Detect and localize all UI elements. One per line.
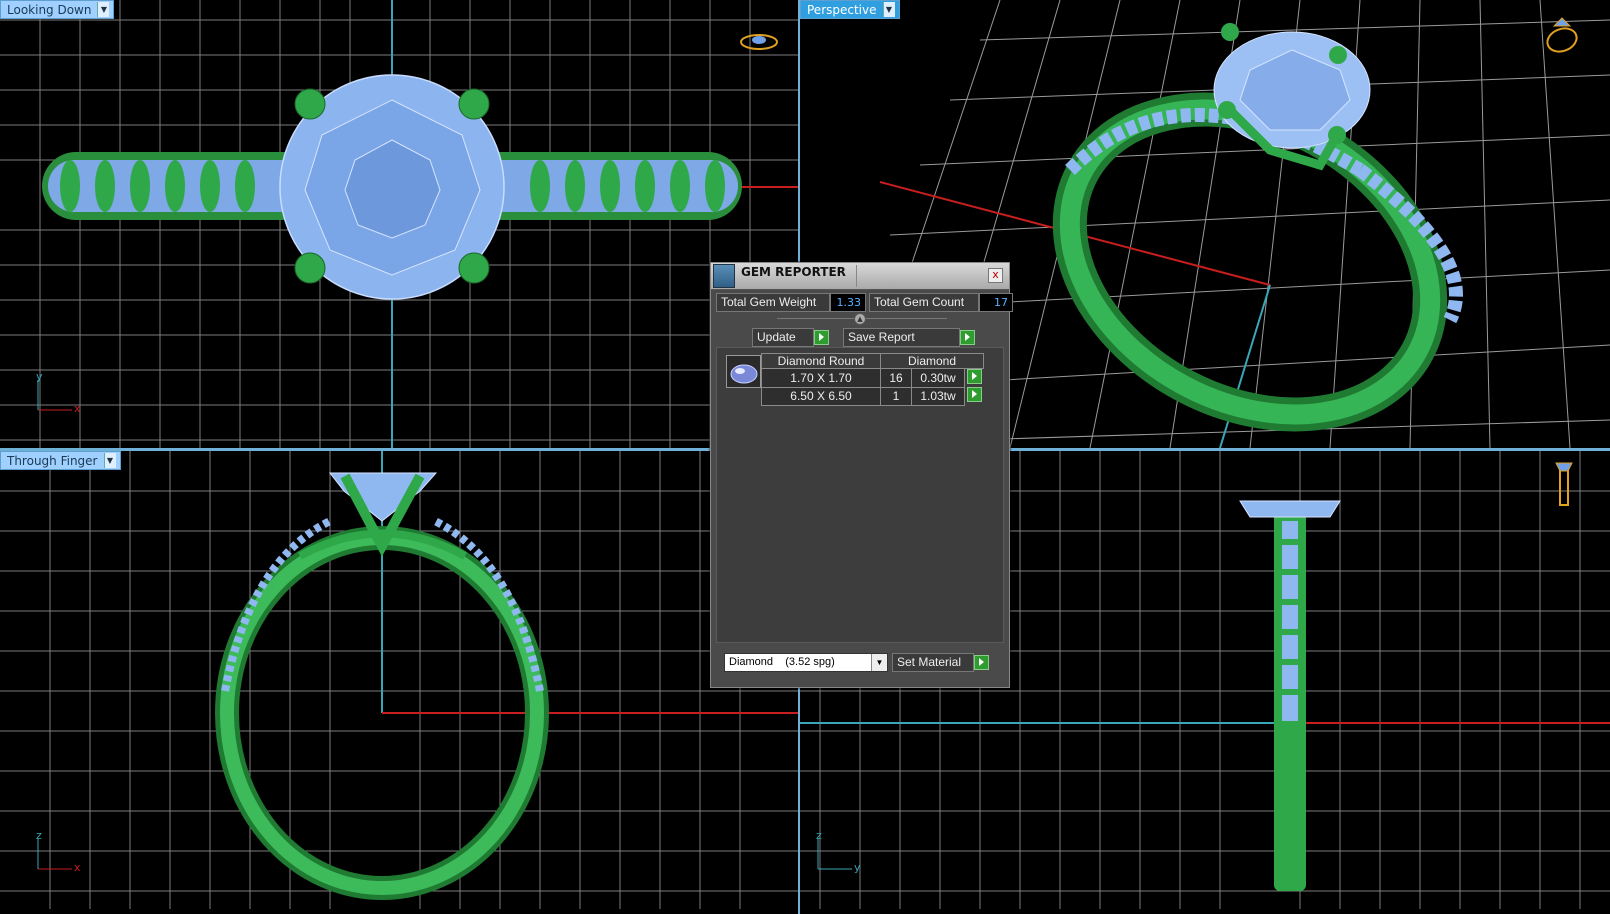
- viewport-label-looking-down[interactable]: Looking Down ▼: [0, 0, 115, 19]
- viewport-through-finger[interactable]: Through Finger ▼ z x: [0, 451, 798, 909]
- gem-count: 16: [880, 368, 912, 388]
- diamond-round-gem-icon[interactable]: [726, 355, 761, 388]
- update-button[interactable]: Update: [752, 328, 814, 347]
- column-header-material: Diamond: [880, 353, 984, 369]
- dialog-title: GEM REPORTER: [741, 265, 846, 279]
- gem-size: 6.50 X 6.50: [761, 386, 881, 406]
- row-select-go-icon[interactable]: [966, 369, 982, 384]
- save-report-button[interactable]: Save Report: [843, 328, 960, 347]
- gem-reporter-dialog[interactable]: GEM REPORTER x Total Gem Weight 1.33 Tot…: [710, 262, 1013, 688]
- gem-size: 1.70 X 1.70: [761, 368, 881, 388]
- collapse-icon[interactable]: ▲: [854, 313, 866, 325]
- set-material-button[interactable]: Set Material: [892, 653, 974, 672]
- table-row[interactable]: 6.50 X 6.50 1 1.03tw: [761, 386, 984, 406]
- viewport-looking-down[interactable]: Looking Down ▼ y x: [0, 0, 798, 448]
- gem-table-header: Diamond Round Diamond: [761, 353, 984, 369]
- ring-orientation-icon[interactable]: [738, 28, 780, 56]
- chevron-down-icon[interactable]: ▼: [871, 654, 887, 671]
- gem-reporter-app-icon: [713, 264, 735, 288]
- update-go-icon[interactable]: [814, 330, 829, 345]
- ring-orientation-icon[interactable]: [1542, 14, 1582, 56]
- gem-list-panel[interactable]: Diamond Round Diamond 1.70 X 1.70 16 0.3…: [716, 347, 1004, 643]
- ring-orientation-icon[interactable]: [1552, 457, 1576, 509]
- update-control: Update: [752, 328, 829, 347]
- chevron-down-icon[interactable]: ▼: [103, 453, 116, 468]
- material-bar: Diamond (3.52 spg) ▼ Set Material: [716, 646, 1002, 676]
- total-gem-weight-value: 1.33: [830, 293, 866, 312]
- set-material-go-icon[interactable]: [974, 655, 989, 670]
- axis-indicator-yz: z y: [816, 829, 861, 874]
- table-row[interactable]: 1.70 X 1.70 16 0.30tw: [761, 368, 984, 388]
- totals-row: Total Gem Weight 1.33 Total Gem Count 17: [716, 293, 1013, 312]
- viewport-label-perspective[interactable]: Perspective ▼: [800, 0, 900, 19]
- save-report-control: Save Report: [843, 328, 975, 347]
- gem-table: Diamond Round Diamond 1.70 X 1.70 16 0.3…: [761, 353, 984, 406]
- chevron-down-icon[interactable]: ▼: [882, 2, 895, 17]
- material-select[interactable]: Diamond (3.52 spg) ▼: [724, 653, 888, 672]
- gem-count: 1: [880, 386, 912, 406]
- close-icon[interactable]: x: [988, 268, 1003, 283]
- gem-weight: 0.30tw: [911, 368, 965, 388]
- total-gem-count-value: 17: [979, 293, 1013, 312]
- save-report-go-icon[interactable]: [960, 330, 975, 345]
- total-gem-count-label: Total Gem Count: [869, 293, 979, 312]
- axis-indicator-xy: y x: [36, 370, 81, 415]
- grid-through-finger: [0, 451, 798, 909]
- dialog-titlebar[interactable]: GEM REPORTER x: [711, 263, 1009, 290]
- row-select-go-icon[interactable]: [966, 387, 982, 402]
- gem-weight: 1.03tw: [911, 386, 965, 406]
- chevron-down-icon[interactable]: ▼: [97, 2, 110, 17]
- total-gem-weight-label: Total Gem Weight: [716, 293, 830, 312]
- grid-looking-down: [0, 0, 798, 448]
- axis-indicator-xz: z x: [36, 829, 81, 874]
- column-header-cut: Diamond Round: [761, 353, 881, 369]
- set-material-control: Set Material: [892, 653, 989, 672]
- viewport-label-through-finger[interactable]: Through Finger ▼: [0, 451, 121, 470]
